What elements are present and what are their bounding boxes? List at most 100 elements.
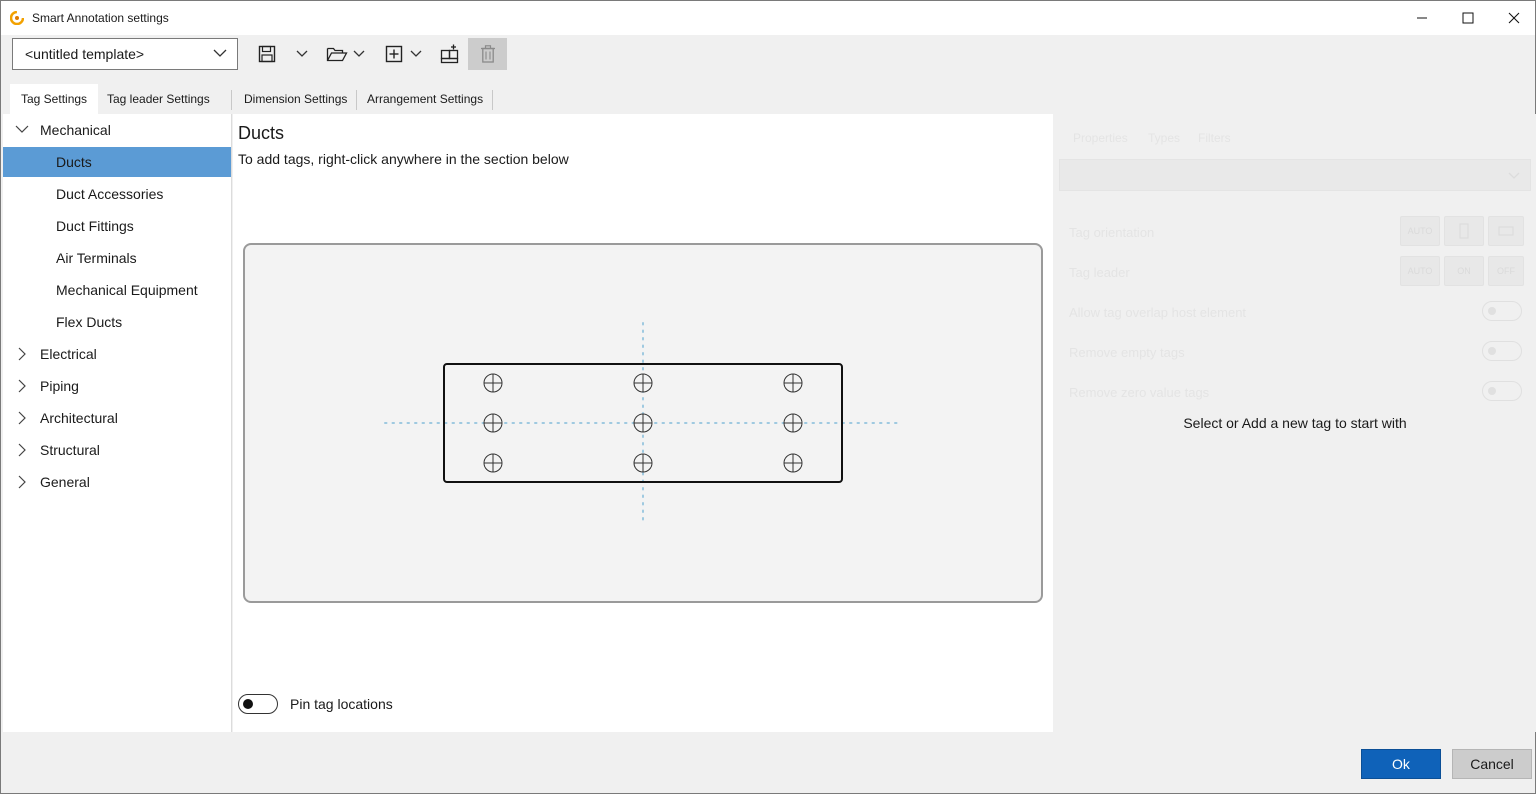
minimize-button[interactable] [1399, 1, 1445, 35]
tree-group-architectural[interactable]: Architectural [3, 403, 231, 433]
instructions-text: To add tags, right-click anywhere in the… [238, 151, 569, 167]
tab-label: Arrangement Settings [367, 92, 484, 106]
tree-label: Structural [40, 442, 100, 458]
tag-anchor-middle-right[interactable] [783, 413, 803, 433]
leader-off-button[interactable]: OFF [1488, 256, 1524, 286]
tag-anchor-top-center[interactable] [633, 373, 653, 393]
leader-auto-button[interactable]: AUTO [1400, 256, 1440, 286]
maximize-icon [1462, 12, 1474, 24]
tree-group-structural[interactable]: Structural [3, 435, 231, 465]
tag-anchor-bottom-center[interactable] [633, 453, 653, 473]
settings-tabs: Tag Settings Tag leader Settings Dimensi… [1, 81, 1535, 114]
duct-preview-diagram [384, 322, 902, 524]
tab-separator [231, 90, 232, 110]
tag-anchor-top-left[interactable] [483, 373, 503, 393]
tree-item-duct-accessories[interactable]: Duct Accessories [3, 179, 231, 209]
tree-label: Ducts [56, 154, 92, 170]
chevron-right-icon [18, 475, 26, 489]
chevron-down-icon [213, 49, 227, 57]
empty-state-message: Select or Add a new tag to start with [1183, 415, 1407, 431]
tab-arrangement-settings[interactable]: Arrangement Settings [356, 84, 494, 114]
tag-type-dropdown[interactable] [1059, 159, 1531, 191]
chevron-down-icon [410, 50, 422, 57]
add-element-button[interactable] [438, 38, 462, 70]
toggle-knob [1488, 387, 1496, 395]
tag-anchor-bottom-right[interactable] [783, 453, 803, 473]
open-dropdown-button[interactable] [350, 38, 368, 70]
app-logo-icon [10, 11, 24, 25]
tag-anchor-middle-left[interactable] [483, 413, 503, 433]
open-button[interactable] [325, 38, 349, 70]
maximize-button[interactable] [1445, 1, 1491, 35]
orientation-auto-button[interactable]: AUTO [1400, 216, 1440, 246]
tab-types[interactable]: Types [1136, 124, 1192, 152]
tree-label: Architectural [40, 410, 118, 426]
toggle-knob [243, 699, 253, 709]
tag-orientation-label: Tag orientation [1069, 225, 1155, 240]
pin-tag-locations-label: Pin tag locations [290, 696, 393, 712]
button-label: AUTO [1407, 266, 1433, 276]
button-label: ON [1457, 266, 1471, 276]
tree-group-piping[interactable]: Piping [3, 371, 231, 401]
tree-item-flex-ducts[interactable]: Flex Ducts [3, 307, 231, 337]
tab-label: Properties [1073, 131, 1128, 145]
cancel-button[interactable]: Cancel [1452, 749, 1532, 779]
add-button[interactable] [382, 38, 406, 70]
remove-zero-value-tags-label: Remove zero value tags [1069, 385, 1210, 400]
tab-dimension-settings[interactable]: Dimension Settings [233, 84, 358, 114]
remove-zero-value-tags-toggle[interactable] [1482, 381, 1522, 401]
category-title: Ducts [238, 123, 285, 143]
tree-label: Piping [40, 378, 79, 394]
tab-filters[interactable]: Filters [1186, 124, 1243, 152]
window-title: Smart Annotation settings [32, 11, 169, 25]
tree-item-air-terminals[interactable]: Air Terminals [3, 243, 231, 273]
tag-editor-panel: Ducts To add tags, right-click anywhere … [233, 114, 1053, 732]
tree-item-mechanical-equipment[interactable]: Mechanical Equipment [3, 275, 231, 305]
save-button[interactable] [253, 38, 281, 70]
tab-properties[interactable]: Properties [1061, 124, 1140, 152]
close-button[interactable] [1491, 1, 1537, 35]
save-dropdown-button[interactable] [289, 38, 315, 70]
tree-item-duct-fittings[interactable]: Duct Fittings [3, 211, 231, 241]
leader-on-button[interactable]: ON [1444, 256, 1484, 286]
add-dropdown-button[interactable] [407, 38, 425, 70]
button-label: OFF [1497, 266, 1515, 276]
delete-icon [480, 45, 495, 63]
toggle-knob [1488, 307, 1496, 315]
tree-label: Mechanical [40, 122, 111, 138]
chevron-down-icon [1508, 172, 1520, 179]
tree-group-electrical[interactable]: Electrical [3, 339, 231, 369]
tag-anchor-top-right[interactable] [783, 373, 803, 393]
tag-placement-canvas[interactable] [243, 243, 1043, 603]
tab-tag-leader-settings[interactable]: Tag leader Settings [96, 84, 221, 114]
category-tree: Mechanical Ducts Duct Accessories Duct F… [3, 114, 232, 732]
tab-tag-settings[interactable]: Tag Settings [10, 84, 99, 114]
tree-label: Duct Fittings [56, 218, 134, 234]
chevron-down-icon [353, 50, 365, 57]
remove-empty-tags-toggle[interactable] [1482, 341, 1522, 361]
orientation-vertical-button[interactable] [1444, 216, 1484, 246]
tab-label: Filters [1198, 131, 1231, 145]
allow-overlap-label: Allow tag overlap host element [1069, 305, 1247, 320]
tree-group-general[interactable]: General [3, 467, 231, 497]
ok-button[interactable]: Ok [1361, 749, 1441, 779]
tree-group-mechanical[interactable]: Mechanical [3, 115, 231, 145]
allow-overlap-toggle[interactable] [1482, 301, 1522, 321]
tag-anchor-bottom-left[interactable] [483, 453, 503, 473]
template-select[interactable]: <untitled template> [12, 38, 238, 70]
tree-label: Mechanical Equipment [56, 282, 198, 298]
template-select-value: <untitled template> [25, 46, 145, 62]
tab-label: Tag leader Settings [107, 92, 210, 106]
tab-separator [492, 90, 493, 110]
orientation-horizontal-button[interactable] [1488, 216, 1524, 246]
add-icon [385, 45, 403, 63]
chevron-right-icon [18, 347, 26, 361]
tree-item-ducts[interactable]: Ducts [3, 147, 231, 177]
pin-tag-locations-toggle[interactable] [238, 694, 278, 714]
tab-label: Tag Settings [21, 92, 88, 106]
add-element-icon [440, 44, 459, 64]
close-icon [1508, 12, 1520, 24]
delete-button[interactable] [468, 38, 507, 70]
tag-anchor-center[interactable] [633, 413, 653, 433]
tab-label: Dimension Settings [244, 92, 348, 106]
